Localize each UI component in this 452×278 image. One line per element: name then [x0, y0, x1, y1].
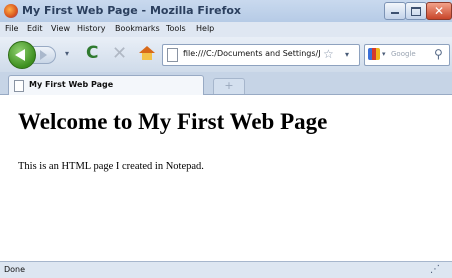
- title-bar[interactable]: My First Web Page - Mozilla Firefox ✕: [0, 0, 452, 22]
- forward-arrow-icon: [40, 50, 47, 60]
- menu-help[interactable]: Help: [196, 24, 214, 33]
- stop-icon[interactable]: ✕: [112, 45, 127, 63]
- status-bar: Done ⋰: [0, 261, 452, 278]
- menu-history[interactable]: History: [77, 24, 105, 33]
- page-paragraph: This is an HTML page I created in Notepa…: [18, 161, 204, 172]
- minimize-button[interactable]: [384, 2, 406, 20]
- resize-grip-icon[interactable]: ⋰: [430, 264, 440, 275]
- bookmark-star-icon[interactable]: ☆: [323, 47, 334, 61]
- search-engine-dropdown-icon[interactable]: ▾: [382, 50, 386, 58]
- maximize-icon: [411, 7, 421, 16]
- search-input[interactable]: Google: [391, 50, 416, 58]
- url-bar[interactable]: file:///C:/Documents and Settings/J ☆ ▾: [162, 44, 360, 66]
- back-arrow-icon: [15, 49, 25, 61]
- page-heading: Welcome to My First Web Page: [18, 109, 328, 134]
- google-icon[interactable]: [368, 48, 380, 60]
- tab-strip: My First Web Page +: [0, 72, 452, 95]
- page-icon: [167, 48, 178, 62]
- browser-window: My First Web Page - Mozilla Firefox ✕ Fi…: [0, 0, 452, 278]
- close-button[interactable]: ✕: [426, 2, 452, 20]
- menu-tools[interactable]: Tools: [166, 24, 186, 33]
- home-base: [142, 53, 152, 60]
- menu-edit[interactable]: Edit: [27, 24, 43, 33]
- url-text[interactable]: file:///C:/Documents and Settings/J: [183, 49, 321, 58]
- status-text: Done: [4, 265, 26, 274]
- history-dropdown-icon[interactable]: ▾: [65, 49, 69, 58]
- back-button[interactable]: [8, 41, 36, 69]
- search-icon[interactable]: ⚲: [434, 47, 443, 61]
- search-bar[interactable]: ▾ Google ⚲: [364, 44, 450, 66]
- menu-view[interactable]: View: [51, 24, 70, 33]
- firefox-icon: [4, 4, 18, 18]
- close-icon: ✕: [433, 4, 445, 18]
- reload-icon[interactable]: C: [86, 45, 98, 62]
- tab-label: My First Web Page: [29, 80, 114, 89]
- url-dropdown-icon[interactable]: ▾: [345, 50, 349, 59]
- menu-file[interactable]: File: [5, 24, 18, 33]
- minimize-icon: [391, 12, 399, 14]
- home-roof: [139, 46, 155, 53]
- menu-bookmarks[interactable]: Bookmarks: [115, 24, 160, 33]
- tab-page-icon: [14, 80, 24, 92]
- tab-my-first-web-page[interactable]: My First Web Page: [8, 75, 204, 95]
- menu-bar: File Edit View History Bookmarks Tools H…: [0, 22, 452, 37]
- maximize-button[interactable]: [405, 2, 427, 20]
- page-content: Welcome to My First Web Page This is an …: [0, 95, 452, 261]
- navigation-toolbar: ▾ C ✕ file:///C:/Documents and Settings/…: [0, 37, 452, 73]
- new-tab-button[interactable]: +: [213, 78, 245, 94]
- window-title: My First Web Page - Mozilla Firefox: [22, 4, 242, 17]
- home-icon[interactable]: [139, 46, 155, 60]
- plus-icon: +: [224, 79, 234, 92]
